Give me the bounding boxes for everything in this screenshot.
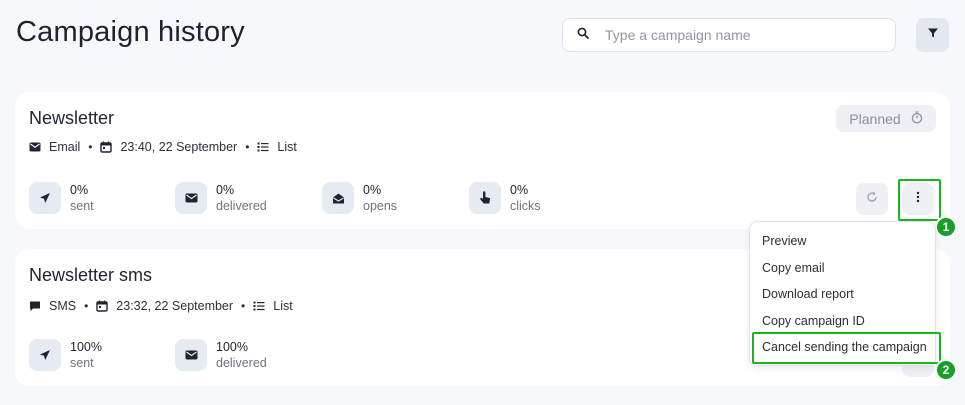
stat-value: 100% bbox=[216, 340, 248, 354]
status-badge: Planned bbox=[836, 105, 936, 132]
campaign-card-newsletter: Newsletter Email • 23:40, 22 September •… bbox=[15, 92, 950, 229]
stat-clicks: 0% clicks bbox=[469, 182, 541, 214]
separator-dot: • bbox=[241, 299, 246, 313]
calendar-icon bbox=[96, 300, 108, 312]
list-icon bbox=[253, 300, 265, 312]
campaign-name: Newsletter bbox=[29, 108, 115, 128]
campaign-meta: SMS • 23:32, 22 September • List bbox=[29, 299, 293, 313]
step-badge-2: 2 bbox=[935, 359, 957, 381]
stat-label: sent bbox=[70, 199, 94, 213]
filter-button[interactable] bbox=[916, 18, 949, 52]
stat-opens: 0% opens bbox=[322, 182, 397, 214]
pointer-icon bbox=[469, 182, 501, 214]
menu-item-download-report[interactable]: Download report bbox=[750, 281, 935, 308]
stat-label: clicks bbox=[510, 199, 541, 213]
list-icon bbox=[257, 141, 269, 153]
campaign-channel: SMS bbox=[49, 299, 77, 313]
stat-value: 0% bbox=[363, 183, 382, 197]
open-envelope-icon bbox=[322, 182, 354, 214]
campaign-audience: List bbox=[277, 140, 297, 154]
step-badge-1: 1 bbox=[935, 216, 957, 238]
filter-icon bbox=[927, 26, 939, 44]
search-input[interactable] bbox=[605, 27, 885, 43]
campaign-audience: List bbox=[273, 299, 293, 313]
stat-sent: 0% sent bbox=[29, 182, 94, 214]
refresh-button[interactable] bbox=[856, 183, 888, 215]
campaign-channel: Email bbox=[49, 140, 81, 154]
campaign-meta: Email • 23:40, 22 September • List bbox=[29, 140, 297, 154]
stat-delivered: 100% delivered bbox=[175, 339, 267, 371]
stat-label: sent bbox=[70, 356, 94, 370]
calendar-icon bbox=[100, 141, 113, 153]
menu-item-copy-email[interactable]: Copy email bbox=[750, 255, 935, 282]
stat-delivered: 0% delivered bbox=[175, 182, 267, 214]
campaign-datetime: 23:32, 22 September bbox=[116, 299, 234, 313]
highlight-box-2 bbox=[752, 332, 941, 364]
search-icon bbox=[577, 26, 589, 44]
stopwatch-icon bbox=[901, 110, 923, 127]
stat-sent: 100% sent bbox=[29, 339, 102, 371]
separator-dot: • bbox=[84, 299, 89, 313]
separator-dot: • bbox=[88, 140, 93, 154]
refresh-icon bbox=[866, 190, 878, 208]
stat-value: 0% bbox=[510, 183, 529, 197]
chat-icon bbox=[29, 300, 41, 312]
search-box[interactable] bbox=[562, 18, 896, 52]
envelope-icon bbox=[175, 339, 207, 371]
page-title: Campaign history bbox=[16, 16, 245, 48]
stat-value: 100% bbox=[70, 340, 102, 354]
campaign-history-page: Campaign history Newsletter Email • 23:4… bbox=[0, 0, 965, 405]
stat-value: 0% bbox=[216, 183, 235, 197]
status-label: Planned bbox=[849, 110, 901, 127]
send-icon bbox=[29, 339, 61, 371]
send-icon bbox=[29, 182, 61, 214]
envelope-icon bbox=[175, 182, 207, 214]
campaign-datetime: 23:40, 22 September bbox=[120, 140, 238, 154]
campaign-name: Newsletter sms bbox=[29, 265, 153, 285]
stat-label: delivered bbox=[216, 356, 267, 370]
highlight-box-1 bbox=[898, 179, 941, 221]
separator-dot: • bbox=[245, 140, 250, 154]
stat-label: delivered bbox=[216, 199, 267, 213]
menu-item-copy-campaign-id[interactable]: Copy campaign ID bbox=[750, 308, 935, 335]
envelope-icon bbox=[29, 141, 41, 153]
stat-label: opens bbox=[363, 199, 398, 213]
stat-value: 0% bbox=[70, 183, 89, 197]
menu-item-preview[interactable]: Preview bbox=[750, 228, 935, 255]
